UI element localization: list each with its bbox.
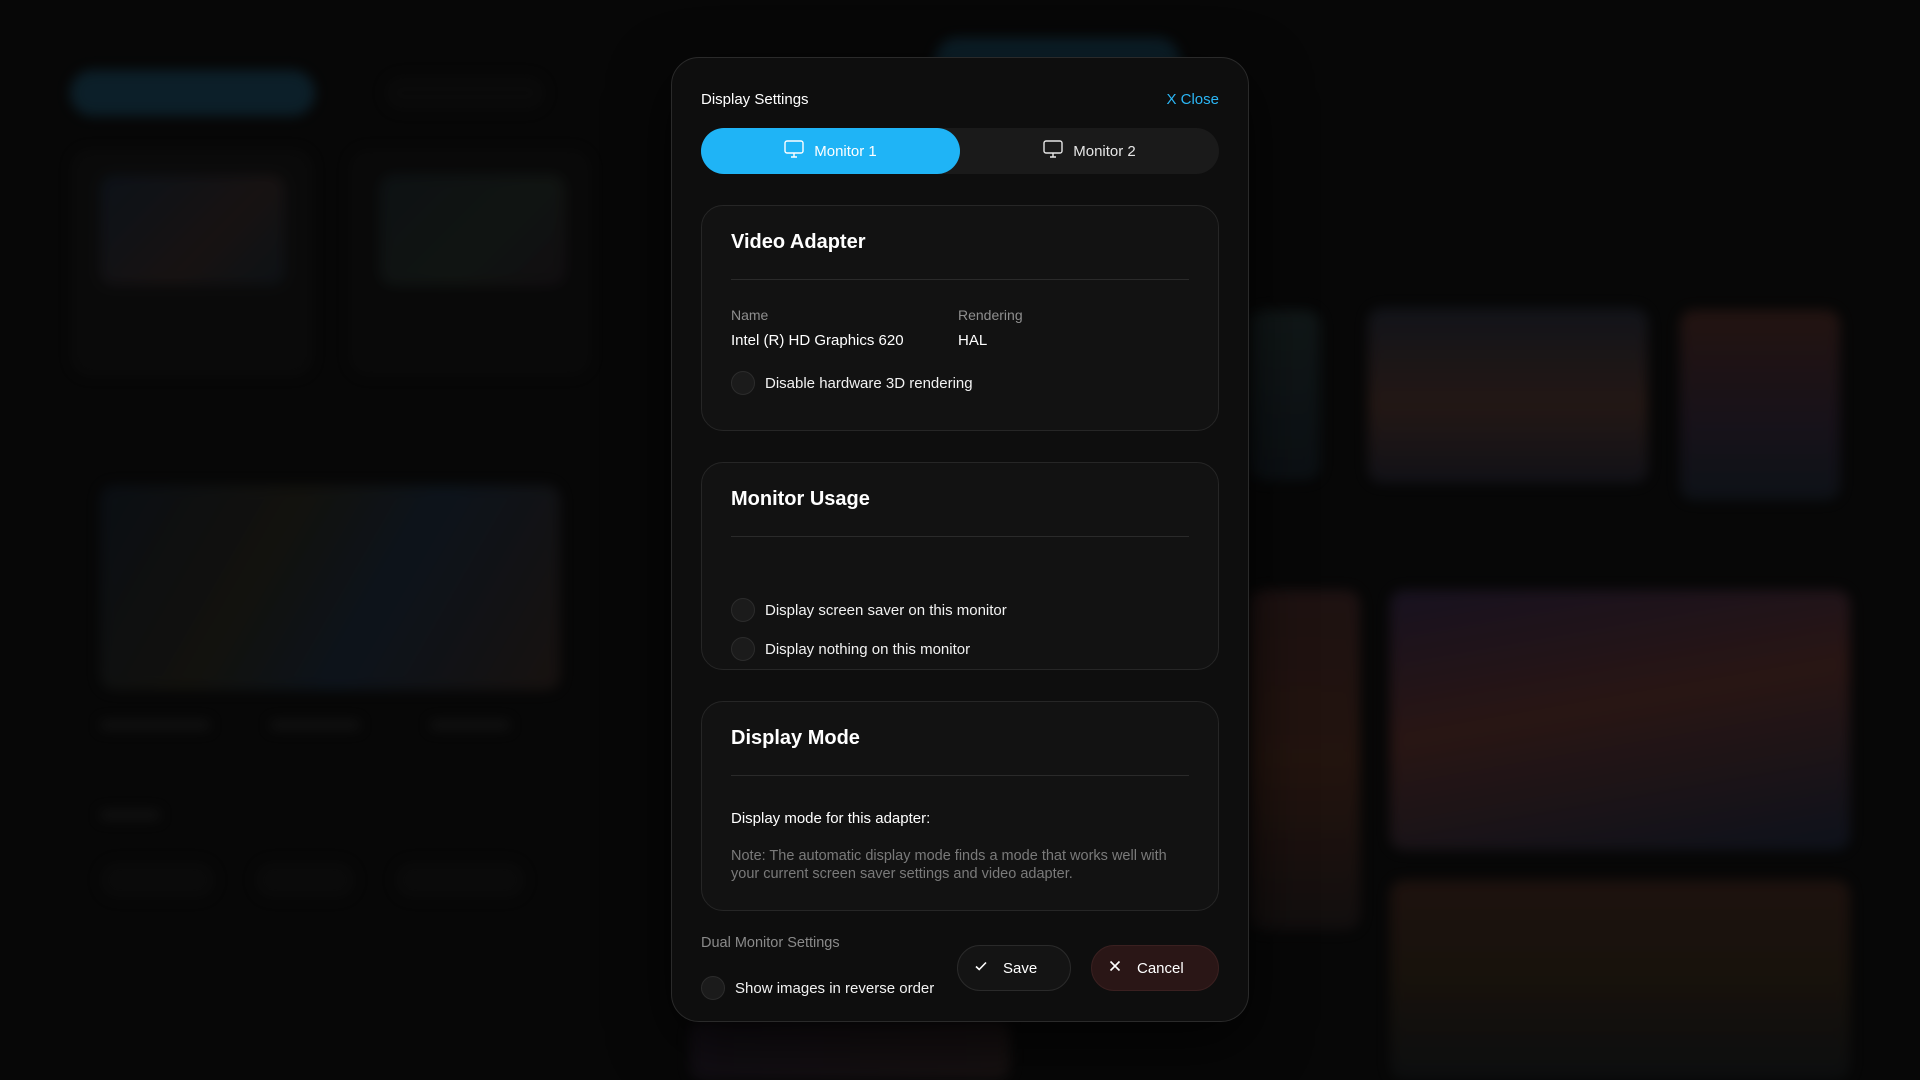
display-settings-dialog: Display Settings X Close Monitor 1 Monit…: [671, 57, 1249, 1022]
save-label: Save: [1003, 959, 1038, 977]
monitor-usage-section: Monitor Usage Display screen saver on th…: [701, 462, 1219, 670]
rendering-field: Rendering HAL: [958, 307, 1185, 349]
section-title: Video Adapter: [731, 206, 1189, 280]
check-icon: [973, 958, 989, 978]
adapter-fields: Name Intel (R) HD Graphics 620 Rendering…: [731, 307, 1189, 349]
screensaver-radio[interactable]: [731, 598, 755, 622]
section-title: Display Mode: [731, 702, 1189, 776]
monitor-tabs: Monitor 1 Monitor 2: [701, 128, 1219, 174]
display-mode-note: Note: The automatic display mode finds a…: [731, 848, 1167, 882]
tab-label: Monitor 2: [1073, 142, 1136, 160]
close-icon: [1107, 958, 1123, 978]
tab-monitor-1[interactable]: Monitor 1: [701, 128, 960, 174]
save-button[interactable]: Save: [957, 945, 1071, 991]
option-label: Disable hardware 3D rendering: [765, 374, 973, 392]
disable-3d-option[interactable]: Disable hardware 3D rendering: [731, 371, 1189, 395]
screensaver-option[interactable]: Display screen saver on this monitor: [731, 598, 1189, 622]
monitor-icon: [1043, 140, 1063, 162]
field-label: Rendering: [958, 307, 1023, 323]
display-mode-section: Display Mode Display mode for this adapt…: [701, 701, 1219, 911]
option-label: Show images in reverse order: [735, 979, 935, 997]
cancel-label: Cancel: [1137, 959, 1184, 977]
rendering-value: HAL: [958, 332, 988, 349]
dialog-title: Display Settings: [701, 90, 809, 108]
adapter-name-field: Name Intel (R) HD Graphics 620: [731, 307, 958, 349]
close-button[interactable]: X Close: [1166, 91, 1219, 108]
disable-3d-radio[interactable]: [731, 371, 755, 395]
dialog-header: Display Settings X Close: [701, 58, 1219, 128]
cancel-button[interactable]: Cancel: [1091, 945, 1219, 991]
field-label: Name: [731, 307, 769, 323]
monitor-icon: [784, 140, 804, 162]
display-mode-label: Display mode for this adapter:: [731, 810, 931, 827]
option-label: Display nothing on this monitor: [765, 640, 971, 658]
tab-label: Monitor 1: [814, 142, 877, 160]
footer-buttons: Save Cancel: [957, 945, 1219, 991]
display-nothing-radio[interactable]: [731, 637, 755, 661]
section-title: Monitor Usage: [731, 463, 1189, 537]
adapter-name-value: Intel (R) HD Graphics 620: [731, 332, 904, 349]
tab-monitor-2[interactable]: Monitor 2: [960, 128, 1219, 174]
dialog-footer: Dual Monitor Settings Show images in rev…: [701, 935, 1219, 1000]
option-label: Display screen saver on this monitor: [765, 601, 1007, 619]
reverse-order-radio[interactable]: [701, 976, 725, 1000]
display-nothing-option[interactable]: Display nothing on this monitor: [731, 637, 1189, 661]
video-adapter-section: Video Adapter Name Intel (R) HD Graphics…: [701, 205, 1219, 431]
usage-options: Display screen saver on this monitor Dis…: [731, 537, 1189, 661]
